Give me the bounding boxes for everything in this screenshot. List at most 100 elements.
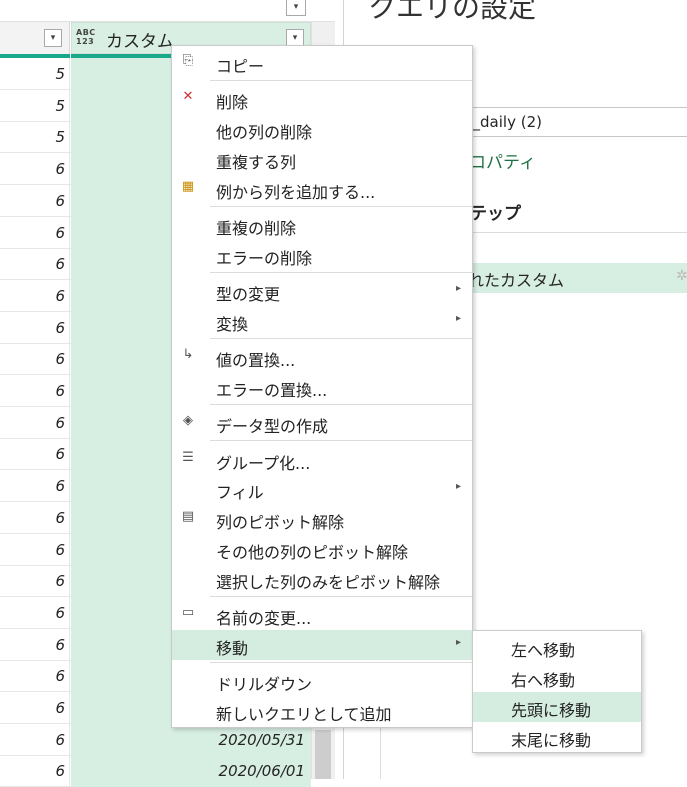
table-cell-number[interactable]: 6 (0, 438, 70, 471)
menu-item[interactable]: 選択した列のみをピボット解除 (172, 564, 472, 594)
table-cell-number[interactable]: 5 (0, 121, 70, 154)
menu-item[interactable]: エラーの置換... (172, 372, 472, 402)
copy-icon: ⎘ (182, 53, 194, 68)
table-row[interactable]: 6 2020/05/31 (0, 723, 311, 756)
menu-item[interactable]: ↳ 値の置換... (172, 342, 472, 372)
menu-item-label: 値の置換... (216, 351, 296, 370)
menu-item-label: 新しいクエリとして追加 (216, 705, 392, 724)
applied-steps-heading: テップ (470, 204, 521, 224)
menu-separator (210, 596, 472, 597)
menu-item-label: 重複の削除 (216, 219, 297, 238)
menu-item[interactable]: その他の列のピボット解除 (172, 534, 472, 564)
table-cell-number[interactable]: 6 (0, 660, 70, 693)
submenu-item[interactable]: 左へ移動 (473, 632, 641, 662)
submenu-item-label: 左へ移動 (511, 641, 576, 660)
menu-item[interactable]: ⎘ コピー (172, 48, 472, 78)
menu-item-label: 移動 (216, 639, 249, 658)
submenu-item[interactable]: 先頭に移動 (473, 692, 641, 722)
column-header-title: カスタム (106, 32, 174, 52)
menu-item[interactable]: ◈ データ型の作成 (172, 408, 472, 438)
data-type-icon: ◈ (183, 413, 193, 428)
query-settings-title: クエリの設定 (368, 0, 537, 24)
table-cell-number[interactable]: 5 (0, 89, 70, 122)
menu-item-label: データ型の作成 (216, 417, 329, 436)
menu-item-label: 重複する列 (216, 153, 297, 172)
menu-item[interactable]: ☰ グループ化... (172, 445, 472, 475)
menu-item[interactable]: 他の列の削除 (172, 114, 472, 144)
menu-separator (210, 80, 472, 81)
table-cell-number[interactable]: 6 (0, 501, 70, 534)
menu-item[interactable]: 移動 ▸ (172, 630, 472, 660)
column-header-previous[interactable]: ▾ (0, 22, 70, 54)
replace-values-icon: ↳ (182, 347, 194, 362)
applied-step-label: れたカスタム (468, 271, 565, 290)
menu-item-label: フィル (216, 483, 264, 502)
menu-item[interactable]: ✕ 削除 (172, 84, 472, 114)
menu-item-label: エラーの置換... (216, 381, 328, 400)
menu-item[interactable]: エラーの削除 (172, 240, 472, 270)
table-cell-number[interactable]: 6 (0, 343, 70, 376)
table-cell-number[interactable]: 6 (0, 628, 70, 661)
column-from-examples-icon: ▦ (181, 179, 195, 194)
submenu-item-label: 先頭に移動 (511, 701, 592, 720)
table-cell-number[interactable]: 6 (0, 184, 70, 217)
submenu-item-label: 末尾に移動 (511, 731, 592, 750)
table-row[interactable]: 6 2020/06/01 (0, 755, 311, 787)
scrollbar-thumb[interactable] (315, 730, 331, 779)
menu-item[interactable]: 変換 ▸ (172, 306, 472, 336)
column-filter-button[interactable]: ▾ (44, 29, 62, 47)
table-cell-number[interactable]: 6 (0, 755, 70, 787)
menu-item[interactable]: 重複の削除 (172, 210, 472, 240)
submenu-arrow-icon: ▸ (456, 283, 462, 294)
top-dropdown-button[interactable]: ▾ (286, 0, 306, 16)
menu-separator (210, 404, 472, 405)
table-cell-number[interactable]: 6 (0, 533, 70, 566)
table-cell-number[interactable]: 6 (0, 375, 70, 407)
group-by-icon: ☰ (182, 450, 194, 465)
menu-item[interactable]: 新しいクエリとして追加 (172, 696, 472, 726)
menu-item-label: 例から列を追加する... (216, 183, 376, 202)
menu-item[interactable]: ドリルダウン (172, 666, 472, 696)
menu-item-label: 型の変更 (216, 285, 281, 304)
submenu-item[interactable]: 末尾に移動 (473, 722, 641, 752)
submenu-arrow-icon: ▸ (456, 637, 462, 648)
menu-item-label: グループ化... (216, 454, 311, 473)
menu-item-label: エラーの削除 (216, 249, 313, 268)
gear-icon[interactable]: ✲ (676, 268, 687, 284)
table-cell-number[interactable]: 6 (0, 470, 70, 503)
menu-item-label: 名前の変更... (216, 609, 312, 628)
any-type-icon[interactable]: ABC 123 (76, 28, 100, 46)
table-cell-number[interactable]: 6 (0, 723, 70, 756)
table-cell-number[interactable]: 6 (0, 153, 70, 186)
menu-item-label: ドリルダウン (216, 675, 313, 694)
menu-item[interactable]: ▤ 列のピボット解除 (172, 504, 472, 534)
unpivot-icon: ▤ (181, 509, 195, 524)
rename-icon: ▭ (181, 605, 195, 620)
submenu-arrow-icon: ▸ (456, 313, 462, 324)
submenu-item[interactable]: 右へ移動 (473, 662, 641, 692)
table-cell-number[interactable]: 6 (0, 311, 70, 344)
table-cell-number[interactable]: 6 (0, 216, 70, 249)
menu-item[interactable]: フィル ▸ (172, 474, 472, 504)
all-properties-link[interactable]: ロパティ (469, 148, 536, 173)
column-context-menu: ⎘ コピー ✕ 削除他の列の削除 重複する列 ▦ 例から列を追加する... 重複の削除エラーの… (171, 45, 473, 728)
menu-item-label: 列のピボット解除 (216, 513, 345, 532)
table-cell-custom[interactable]: 2020/06/01 (71, 755, 311, 787)
table-cell-number[interactable]: 6 (0, 596, 70, 629)
table-cell-number[interactable]: 6 (0, 279, 70, 312)
table-cell-number[interactable]: 6 (0, 692, 70, 724)
table-cell-number[interactable]: 5 (0, 58, 70, 90)
menu-separator (210, 662, 472, 663)
table-cell-number[interactable]: 6 (0, 565, 70, 598)
table-cell-number[interactable]: 6 (0, 248, 70, 281)
menu-item-label: コピー (216, 57, 265, 76)
menu-item[interactable]: ▭ 名前の変更... (172, 600, 472, 630)
table-cell-custom[interactable]: 2020/05/31 (71, 723, 311, 756)
menu-item[interactable]: ▦ 例から列を追加する... (172, 174, 472, 204)
menu-item[interactable]: 重複する列 (172, 144, 472, 174)
menu-item-label: 他の列の削除 (216, 123, 313, 142)
remove-icon: ✕ (182, 89, 194, 104)
table-cell-number[interactable]: 6 (0, 406, 70, 439)
menu-item[interactable]: 型の変更 ▸ (172, 276, 472, 306)
menu-item-label: 選択した列のみをピボット解除 (216, 573, 441, 592)
